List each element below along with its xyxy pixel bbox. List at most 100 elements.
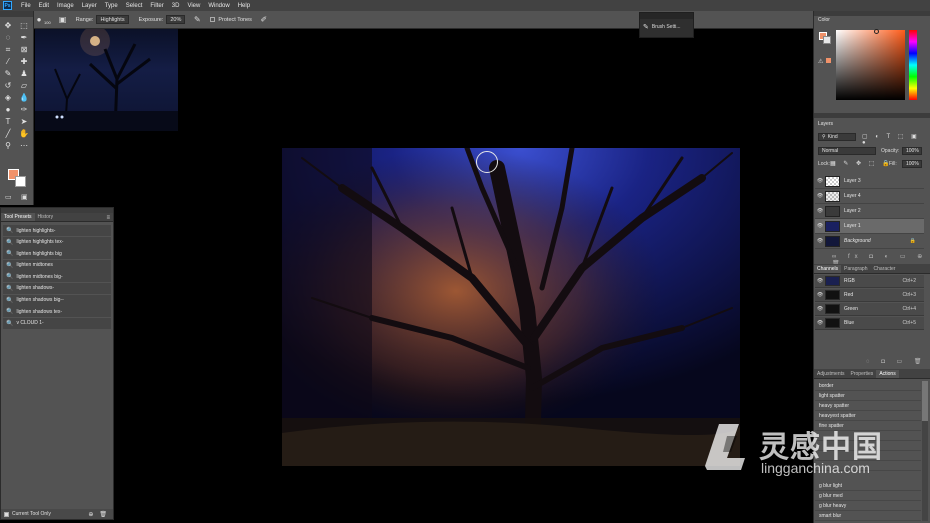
tab-channels[interactable]: Channels xyxy=(814,265,842,273)
tab-tool-presets[interactable]: Tool Presets xyxy=(1,213,35,221)
dodge-tool-icon[interactable]: ● xyxy=(1,105,15,114)
visibility-eye-icon[interactable]: 👁 xyxy=(815,292,825,298)
panel-menu-icon[interactable]: ≡ xyxy=(106,215,110,221)
opacity-input[interactable]: 100% xyxy=(902,147,922,155)
frame-tool-icon[interactable]: ⊠ xyxy=(17,45,31,54)
list-item[interactable]: 🔍 lighten shadows- xyxy=(3,282,111,294)
channel-row[interactable]: 👁 RGB Ctrl+2 xyxy=(815,275,924,288)
photoshop-logo-icon[interactable]: Ps xyxy=(3,1,12,10)
list-item[interactable]: 🔍 lighten midtones big- xyxy=(3,271,111,283)
brush-size-readout[interactable]: 100 xyxy=(41,18,54,28)
pen-tool-icon[interactable]: ✑ xyxy=(17,105,31,114)
stamp-tool-icon[interactable]: ♟ xyxy=(17,69,31,78)
quick-mask-icon[interactable]: ▭ xyxy=(5,193,12,201)
screen-mode-icon[interactable]: ▣ xyxy=(21,193,28,201)
layer-row[interactable]: 👁 Layer 1 xyxy=(815,219,924,234)
range-select[interactable]: Highlights xyxy=(96,15,129,24)
tab-character[interactable]: Character xyxy=(871,265,899,273)
hue-slider[interactable] xyxy=(909,30,917,100)
tab-properties[interactable]: Properties xyxy=(848,370,877,378)
visibility-eye-icon[interactable]: 👁 xyxy=(815,320,825,326)
list-item[interactable]: 🔍 lighten highlights- xyxy=(3,225,111,236)
marquee-tool-icon[interactable]: ⬚ xyxy=(17,21,31,30)
quick-select-tool-icon[interactable]: ✒ xyxy=(17,33,31,42)
channels-footer-icons[interactable]: ◌ ◘ ▭ 🗑 xyxy=(866,358,926,365)
tab-history[interactable]: History xyxy=(35,213,57,221)
channel-row[interactable]: 👁 Green Ctrl+4 xyxy=(815,303,924,316)
protect-tones-check[interactable] xyxy=(210,17,216,22)
color-background-swatch[interactable] xyxy=(823,36,831,44)
healing-tool-icon[interactable]: ✚ xyxy=(17,57,31,66)
action-item[interactable]: border xyxy=(815,381,921,391)
visibility-eye-icon[interactable]: 👁 xyxy=(815,278,825,284)
crop-tool-icon[interactable]: ⌗ xyxy=(1,45,15,54)
brush-settings-button[interactable]: ✎ Brush Setti... xyxy=(640,19,693,35)
menu-layer[interactable]: Layer xyxy=(78,3,101,9)
type-tool-icon[interactable]: T xyxy=(1,117,15,126)
fill-input[interactable]: 100% xyxy=(902,160,922,168)
tab-adjustments[interactable]: Adjustments xyxy=(814,370,848,378)
brush-tool-icon[interactable]: ✎ xyxy=(1,69,15,78)
background-color-swatch[interactable] xyxy=(15,176,26,187)
current-tool-only-checkbox[interactable] xyxy=(4,511,9,517)
action-item[interactable]: g blur heavy xyxy=(815,501,921,511)
menu-select[interactable]: Select xyxy=(122,3,147,9)
menu-help[interactable]: Help xyxy=(234,3,254,9)
menu-window[interactable]: Window xyxy=(204,3,233,9)
menu-filter[interactable]: Filter xyxy=(146,3,167,9)
lock-icons[interactable]: ▦ ✎ ✥ ⬚ 🔒 xyxy=(830,160,893,167)
zoom-tool-icon[interactable]: ⚲ xyxy=(1,141,15,150)
menu-image[interactable]: Image xyxy=(53,3,78,9)
pressure-size-icon[interactable]: ✐ xyxy=(259,15,269,25)
airbrush-icon[interactable]: ✎ xyxy=(192,15,202,25)
layer-row[interactable]: 👁 Layer 4 xyxy=(815,189,924,204)
exposure-input[interactable]: 20% xyxy=(166,15,186,24)
lasso-tool-icon[interactable]: ◌ xyxy=(1,33,15,42)
eyedropper-tool-icon[interactable]: ⁄ xyxy=(1,57,15,66)
menu-edit[interactable]: Edit xyxy=(35,3,53,9)
line-tool-icon[interactable]: ╱ xyxy=(1,129,15,138)
blur-tool-icon[interactable]: 💧 xyxy=(17,93,31,102)
list-item[interactable]: 🔍 lighten shadows big-- xyxy=(3,294,111,306)
menu-view[interactable]: View xyxy=(183,3,204,9)
list-item[interactable]: 🔍 lighten highlights big xyxy=(3,248,111,260)
more-tools-icon[interactable]: ⋯ xyxy=(17,141,31,150)
action-item[interactable]: g blur light xyxy=(815,481,921,491)
eraser-tool-icon[interactable]: ▱ xyxy=(17,81,31,90)
document-canvas[interactable] xyxy=(282,148,740,466)
brush-panel-toggle-icon[interactable]: ▣ xyxy=(58,15,68,25)
paint-bucket-tool-icon[interactable]: ◈ xyxy=(1,93,15,102)
visibility-eye-icon[interactable]: 👁 xyxy=(815,223,825,229)
visibility-eye-icon[interactable]: 👁 xyxy=(815,208,825,214)
action-item[interactable]: heavy spatter xyxy=(815,401,921,411)
list-item[interactable]: 🔍 v CLOUD 1- xyxy=(3,317,111,329)
visibility-eye-icon[interactable]: 👁 xyxy=(815,306,825,312)
move-tool-icon[interactable]: ✥ xyxy=(1,21,15,30)
tab-actions[interactable]: Actions xyxy=(876,370,899,378)
visibility-eye-icon[interactable]: 👁 xyxy=(815,178,825,184)
layer-filter-kind[interactable]: ⚲ Kind xyxy=(818,133,856,141)
channel-row[interactable]: 👁 Blue Ctrl+5 xyxy=(815,317,924,330)
channel-row[interactable]: 👁 Red Ctrl+3 xyxy=(815,289,924,302)
menu-3d[interactable]: 3D xyxy=(168,3,184,9)
delete-preset-icon[interactable]: 🗑 xyxy=(99,511,107,518)
list-item[interactable]: 🔍 lighten shadows tex- xyxy=(3,306,111,318)
menu-file[interactable]: File xyxy=(17,3,35,9)
path-select-tool-icon[interactable]: ➤ xyxy=(17,117,31,126)
action-item[interactable]: light spatter xyxy=(815,391,921,401)
action-item[interactable]: g blur med xyxy=(815,491,921,501)
tab-paragraph[interactable]: Paragraph xyxy=(841,265,870,273)
web-color-swatch[interactable] xyxy=(826,58,831,63)
layer-row[interactable]: 👁 Layer 3 xyxy=(815,174,924,189)
menu-type[interactable]: Type xyxy=(101,3,122,9)
layer-row[interactable]: 👁 Layer 2 xyxy=(815,204,924,219)
protect-tones-checkbox[interactable]: Protect Tones xyxy=(207,15,255,25)
layer-row[interactable]: 👁 Background 🔒 xyxy=(815,234,924,249)
hand-tool-icon[interactable]: ✋ xyxy=(17,129,31,138)
blend-mode-select[interactable]: Normal xyxy=(818,147,876,155)
color-picker-field[interactable] xyxy=(836,30,905,100)
visibility-eye-icon[interactable]: 👁 xyxy=(815,193,825,199)
list-item[interactable]: 🔍 lighten midtones xyxy=(3,259,111,271)
navigator-thumbnail[interactable] xyxy=(35,29,178,131)
history-brush-tool-icon[interactable]: ↺ xyxy=(1,81,15,90)
